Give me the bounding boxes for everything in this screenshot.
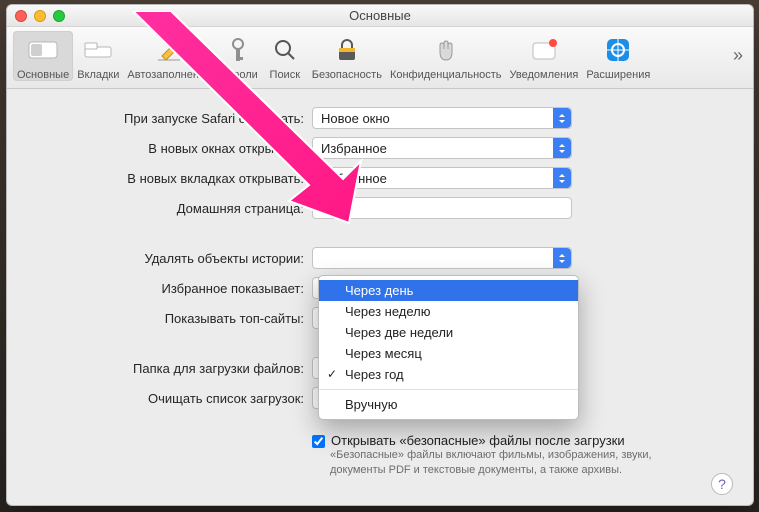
- lock-icon: [328, 33, 366, 67]
- dropdown-newwin[interactable]: Избранное: [312, 137, 572, 159]
- menu-item[interactable]: Через день: [319, 280, 578, 301]
- extensions-icon: [599, 33, 637, 67]
- label-homepage: Домашняя страница:: [37, 201, 312, 216]
- toolbar-item-label: Вкладки: [77, 69, 119, 81]
- dropdown-value: Избранное: [321, 171, 387, 186]
- toolbar-item-privacy[interactable]: Конфиденциальность: [386, 31, 506, 81]
- general-pane: При запуске Safari открывать: Новое окно…: [7, 89, 753, 505]
- toolbar-item-label: Пароли: [219, 69, 258, 81]
- key-icon: [219, 33, 257, 67]
- menu-item-label: Через две недели: [345, 325, 453, 340]
- titlebar[interactable]: Основные: [7, 5, 753, 27]
- hand-icon: [427, 33, 465, 67]
- menu-item-label: Через день: [345, 283, 413, 298]
- label-newwin: В новых окнах открывать:: [37, 141, 312, 156]
- safe-downloads-note: «Безопасные» файлы включают фильмы, изоб…: [330, 448, 670, 478]
- window-controls: [15, 10, 65, 22]
- notification-icon: [525, 33, 563, 67]
- preferences-toolbar: Основные Вкладки Автозаполнение Пароли П…: [7, 27, 753, 89]
- toolbar-item-label: Конфиденциальность: [390, 69, 502, 81]
- help-button[interactable]: ?: [711, 473, 733, 495]
- label-newtab: В новых вкладках открывать:: [37, 171, 312, 186]
- toolbar-item-notifications[interactable]: Уведомления: [506, 31, 583, 81]
- menu-item-label: Вручную: [345, 397, 397, 412]
- close-window-button[interactable]: [15, 10, 27, 22]
- chevrons-icon: [553, 168, 571, 188]
- toolbar-item-label: Безопасность: [312, 69, 382, 81]
- window-title: Основные: [349, 8, 411, 23]
- toolbar-item-passwords[interactable]: Пароли: [215, 31, 262, 81]
- tabs-icon: [79, 33, 117, 67]
- dropdown-value: Избранное: [321, 141, 387, 156]
- menu-item[interactable]: Через две недели: [319, 322, 578, 343]
- toolbar-item-label: Основные: [17, 69, 69, 81]
- dropdown-onlaunch[interactable]: Новое окно: [312, 107, 572, 129]
- label-history: Удалять объекты истории:: [37, 251, 312, 266]
- toolbar-item-label: Уведомления: [510, 69, 579, 81]
- chevrons-icon: [553, 108, 571, 128]
- toolbar-item-tabs[interactable]: Вкладки: [73, 31, 123, 81]
- menu-item-label: Через год: [345, 367, 404, 382]
- menu-item[interactable]: Через месяц: [319, 343, 578, 364]
- zoom-window-button[interactable]: [53, 10, 65, 22]
- pencil-icon: [150, 33, 188, 67]
- menu-item-label: Через месяц: [345, 346, 422, 361]
- label-onlaunch: При запуске Safari открывать:: [37, 111, 312, 126]
- input-homepage[interactable]: [312, 197, 572, 219]
- toolbar-item-autofill[interactable]: Автозаполнение: [123, 31, 215, 81]
- dropdown-history[interactable]: [312, 247, 572, 269]
- toolbar-item-security[interactable]: Безопасность: [308, 31, 386, 81]
- toolbar-item-label: Автозаполнение: [127, 69, 211, 81]
- chevrons-icon: [553, 138, 571, 158]
- checkmark-icon: ✓: [327, 367, 337, 381]
- menu-item[interactable]: Через неделю: [319, 301, 578, 322]
- dropdown-newtab[interactable]: Избранное: [312, 167, 572, 189]
- label-dlclear: Очищать список загрузок:: [37, 391, 312, 406]
- toolbar-overflow-button[interactable]: »: [733, 45, 743, 66]
- switch-icon: [24, 33, 62, 67]
- preferences-window: Основные Основные Вкладки Автозаполнение…: [6, 4, 754, 506]
- history-dropdown-menu: Через день Через неделю Через две недели…: [318, 275, 579, 420]
- label-dlfolder: Папка для загрузки файлов:: [37, 361, 312, 376]
- label-topsites: Показывать топ-сайты:: [37, 311, 312, 326]
- toolbar-item-general[interactable]: Основные: [13, 31, 73, 81]
- checkbox-safe-downloads[interactable]: [312, 435, 325, 448]
- toolbar-item-label: Поиск: [270, 69, 300, 81]
- menu-item[interactable]: ✓ Через год: [319, 364, 578, 385]
- toolbar-item-label: Расширения: [586, 69, 650, 81]
- label-favshow: Избранное показывает:: [37, 281, 312, 296]
- minimize-window-button[interactable]: [34, 10, 46, 22]
- checkbox-label: Открывать «безопасные» файлы после загру…: [331, 433, 625, 448]
- toolbar-item-extensions[interactable]: Расширения: [582, 31, 654, 81]
- menu-item-label: Через неделю: [345, 304, 430, 319]
- dropdown-value: Новое окно: [321, 111, 390, 126]
- menu-item[interactable]: Вручную: [319, 389, 578, 415]
- search-icon: [266, 33, 304, 67]
- toolbar-item-search[interactable]: Поиск: [262, 31, 308, 81]
- chevrons-icon: [553, 248, 571, 268]
